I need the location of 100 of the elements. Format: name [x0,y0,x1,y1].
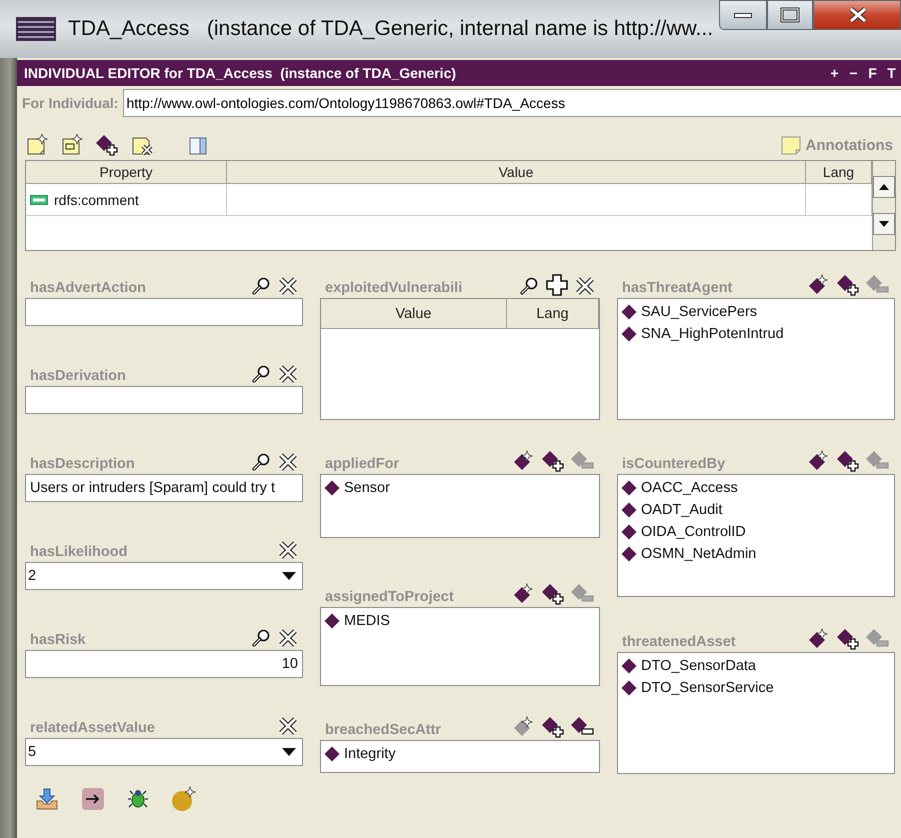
header-button[interactable]: T [882,65,901,81]
list-item[interactable]: Integrity [344,746,396,762]
list-item[interactable]: DTO_SensorData [641,658,756,674]
close-icon[interactable] [278,540,298,560]
maximize-icon [779,7,801,23]
download-icon[interactable] [35,787,59,811]
property-label: appliedFor [324,456,400,472]
search-icon[interactable] [251,364,271,384]
column-header[interactable]: Value [321,299,507,329]
list-item[interactable]: Sensor [344,480,390,496]
dropdown-arrow-icon [282,748,296,756]
column-header[interactable]: Lang [806,161,872,184]
dropdown[interactable]: 5 [25,738,303,766]
diamond-plus-icon[interactable] [542,716,564,738]
property-label: exploitedVulnerabili [324,280,464,296]
instance-icon [621,304,637,320]
diamond-star-icon[interactable] [808,628,830,650]
list-item[interactable]: OSMN_NetAdmin [641,546,756,562]
minimize-icon [734,12,752,18]
property-label: isCounteredBy [621,456,726,472]
text-field[interactable]: Users or intruders [Sparam] could try t [25,474,303,502]
list-item[interactable]: SNA_HighPotenIntrud [641,326,784,342]
circle-star-icon[interactable] [171,786,197,812]
search-icon[interactable] [251,276,271,296]
minimize-button[interactable] [719,0,767,30]
diamond-star-icon[interactable] [513,583,535,605]
editor-title: INDIVIDUAL EDITOR for TDA_Access (instance of TDA_Generic) [24,65,458,81]
property-label: hasLikelihood [29,544,128,560]
dropdown-arrow-icon [282,572,296,580]
diamond-plus-icon[interactable] [837,274,859,296]
instance-icon [324,746,340,762]
property-label: hasAdvertAction [29,280,148,296]
close-icon[interactable] [278,716,298,736]
window-title: TDA_Access (instance of TDA_Generic, internal name is http://ww... [68,17,714,41]
instance-icon [621,326,637,342]
column-header[interactable]: Property [26,161,227,184]
diamond-plus-icon[interactable] [96,134,118,156]
property-label: hasDerivation [29,368,127,384]
bug-icon[interactable] [127,788,149,810]
list-item[interactable]: DTO_SensorService [641,680,774,696]
close-icon[interactable] [278,452,298,472]
diamond-star-icon[interactable] [808,274,830,296]
list-item[interactable]: OACC_Access [641,480,738,496]
property-label: hasRisk [29,632,87,648]
list-item[interactable]: SAU_ServicePers [641,304,758,320]
diamond-plus-icon[interactable] [542,450,564,472]
property-label: relatedAssetValue [29,720,156,736]
close-button[interactable] [813,0,901,30]
scroll-up-button[interactable] [873,176,895,198]
dropdown[interactable]: 2 [25,562,303,590]
diamond-star-icon[interactable] [513,450,535,472]
field-label: For Individual: [22,95,118,111]
maximize-button[interactable] [767,0,813,30]
header-button[interactable]: − [844,65,863,81]
table-cell [806,184,872,216]
column-header[interactable]: Lang [507,299,599,329]
search-icon[interactable] [519,276,539,296]
property-label: threatenedAsset [621,634,737,650]
text-field[interactable] [25,386,303,414]
instance-icon [621,680,637,696]
note-star-icon[interactable] [61,134,83,156]
header-button[interactable]: F [863,65,882,81]
plus-icon[interactable] [546,274,568,296]
note-icon [780,134,802,156]
diamond-plus-icon[interactable] [837,450,859,472]
property-label: hasThreatAgent [621,280,734,296]
diamond-plus-icon[interactable] [542,583,564,605]
app-icon [16,15,58,43]
panel-icon[interactable] [188,136,208,156]
up-arrow-icon [878,183,890,191]
close-icon[interactable] [278,364,298,384]
diamond-star-icon[interactable] [808,450,830,472]
search-icon[interactable] [251,452,271,472]
close-icon[interactable] [278,276,298,296]
down-arrow-icon [878,220,890,228]
property-icon [30,194,48,204]
property-label: assignedToProject [324,589,455,605]
instance-icon [621,546,637,562]
instance-icon [621,658,637,674]
close-icon[interactable] [278,628,298,648]
list-item[interactable]: MEDIS [344,613,390,629]
table-cell: rdfs:comment [54,192,139,208]
individual-field[interactable]: http://www.owl-ontologies.com/Ontology1198670863.owl#TDA_Access [123,89,901,117]
text-field[interactable]: 10 [25,650,303,678]
instance-icon [324,613,340,629]
scroll-down-button[interactable] [873,213,895,235]
scrollbar[interactable] [872,161,895,250]
diamond-plus-icon[interactable] [837,628,859,650]
property-label: breachedSecAttr [324,722,442,738]
property-label: hasDescription [29,456,136,472]
column-header[interactable]: Value [227,161,806,184]
instance-icon [621,480,637,496]
close-icon[interactable] [575,276,595,296]
text-field[interactable] [25,298,303,326]
search-icon[interactable] [251,628,271,648]
list-item[interactable]: OIDA_ControlID [641,524,746,540]
header-button[interactable]: + [825,65,844,81]
instance-icon [621,524,637,540]
note-star-icon[interactable] [26,134,48,156]
list-item[interactable]: OADT_Audit [641,502,722,518]
